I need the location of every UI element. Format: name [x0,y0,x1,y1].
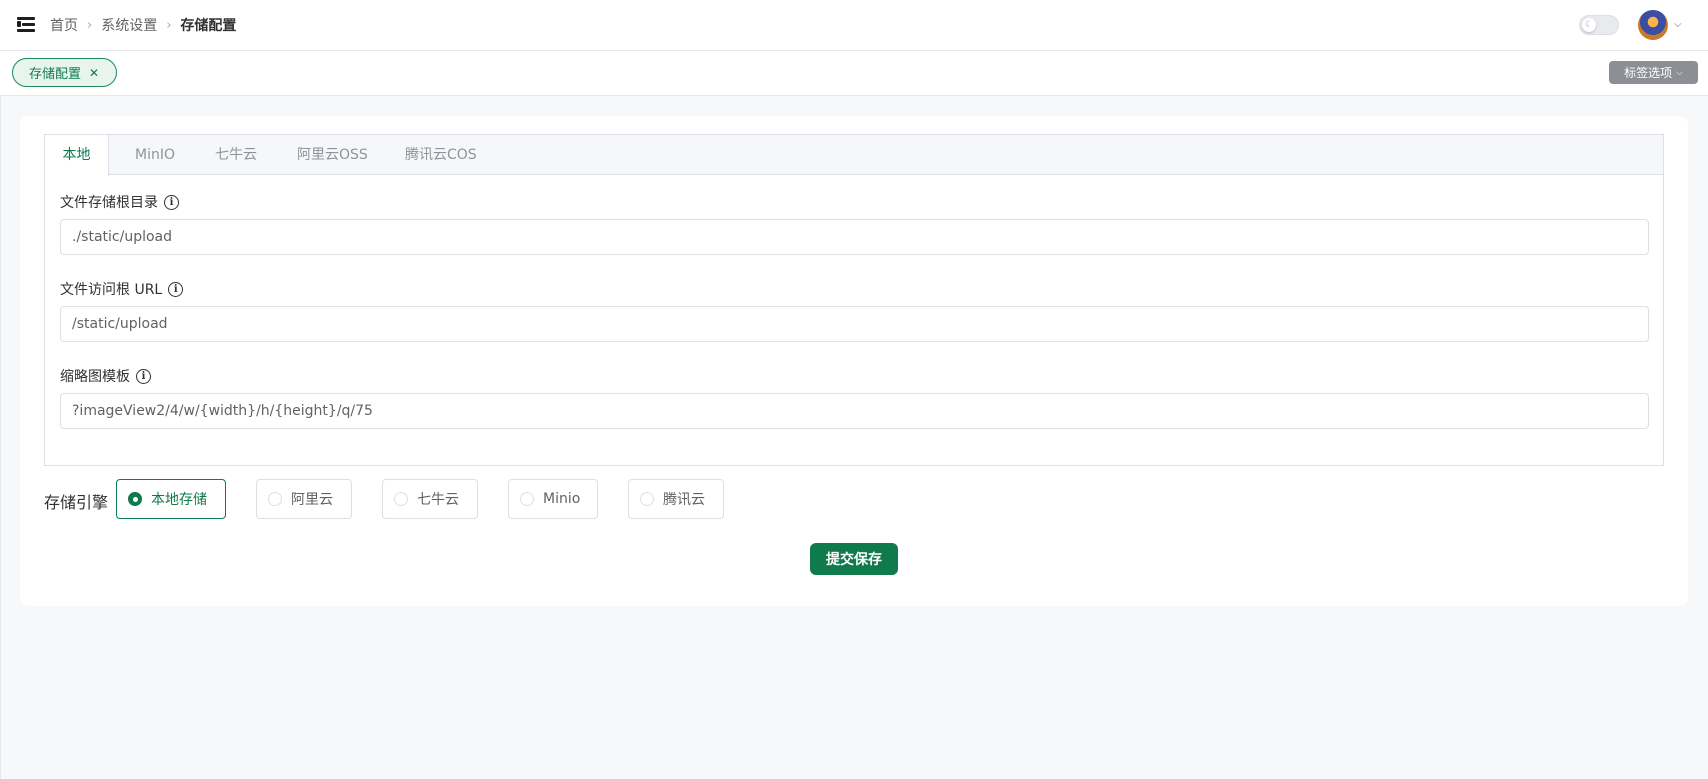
engine-radio-minio[interactable]: Minio [508,479,598,519]
root-dir-label: 文件存储根目录 [60,195,158,211]
radio-dot [394,492,408,506]
form-label-thumbnail-template: 缩略图模板 i [60,366,1649,386]
top-header: 首页 › 系统设置 › 存储配置 ☾ ⌵ [0,0,1708,51]
radio-dot [640,492,654,506]
tag-options-button[interactable]: 标签选项 ⌵ [1609,61,1698,84]
form-item-root-dir: 文件存储根目录 i ./static/upload [60,192,1649,255]
root-dir-input[interactable]: ./static/upload [60,219,1649,255]
info-circle-icon[interactable]: i [168,281,184,297]
engine-radio-aliyun[interactable]: 阿里云 [256,479,352,519]
sidebar-edge [0,0,1,779]
storage-config-card: 本地 MinIO 七牛云 阿里云OSS 腾讯云COS 文件存储根目录 i ./s… [20,116,1688,606]
form-label-access-url: 文件访问根 URL i [60,279,1649,299]
storage-engine-label: 存储引擎 [44,493,109,512]
tab-local[interactable]: 本地 [45,135,109,176]
form-item-access-url: 文件访问根 URL i /static/upload [60,279,1649,342]
theme-toggle[interactable]: ☾ [1579,15,1619,35]
storage-tabs: 本地 MinIO 七牛云 阿里云OSS 腾讯云COS 文件存储根目录 i ./s… [44,134,1664,466]
tags-bar: 存储配置 ✕ 标签选项 ⌵ [0,51,1708,96]
info-circle-icon[interactable]: i [164,194,179,210]
engine-radio-tencent[interactable]: 腾讯云 [628,479,724,519]
info-circle-icon[interactable]: i [136,368,151,384]
chevron-down-icon: ⌵ [1676,67,1683,78]
form-label-root-dir: 文件存储根目录 i [60,192,1649,212]
radio-dot [268,492,282,506]
thumbnail-template-input[interactable]: ?imageView2/4/w/{width}/h/{height}/q/75 [60,393,1649,429]
close-icon[interactable]: ✕ [89,66,99,80]
tabs-header: 本地 MinIO 七牛云 阿里云OSS 腾讯云COS [45,135,1663,176]
hamburger-icon[interactable] [17,17,35,32]
tab-minio[interactable]: MinIO [135,135,175,175]
breadcrumb-home[interactable]: 首页 [50,15,78,35]
breadcrumb-system-settings[interactable]: 系统设置 [101,15,157,35]
breadcrumb: 首页 › 系统设置 › 存储配置 [50,15,236,35]
access-url-input[interactable]: /static/upload [60,306,1649,342]
access-url-label: 文件访问根 URL [60,282,163,298]
avatar[interactable] [1638,10,1668,40]
engine-radio-local[interactable]: 本地存储 [116,479,226,519]
breadcrumb-current: 存储配置 [180,18,237,34]
engine-radio-label: 本地存储 [151,492,207,508]
tab-tencent-cos[interactable]: 腾讯云COS [405,135,477,175]
chevron-right-icon: › [87,17,93,33]
engine-radio-label: 七牛云 [417,492,459,508]
chevron-down-icon[interactable]: ⌵ [1674,19,1682,30]
tab-aliyun-oss[interactable]: 阿里云OSS [297,135,368,175]
tag-storage-config[interactable]: 存储配置 ✕ [12,58,117,87]
thumbnail-template-label: 缩略图模板 [60,369,130,385]
radio-dot [128,492,142,506]
tab-qiniu[interactable]: 七牛云 [215,135,257,175]
chevron-right-icon: › [166,17,172,33]
submit-save-button[interactable]: 提交保存 [810,543,898,575]
engine-radio-label: 阿里云 [291,492,333,508]
engine-radio-label: 腾讯云 [663,492,705,508]
tag-options-label: 标签选项 [1624,66,1673,80]
form-item-thumbnail-template: 缩略图模板 i ?imageView2/4/w/{width}/h/{heigh… [60,366,1649,429]
engine-radio-label: Minio [543,491,581,507]
radio-dot [520,492,534,506]
tag-label: 存储配置 [29,67,82,82]
engine-radio-qiniu[interactable]: 七牛云 [382,479,478,519]
moon-icon: ☾ [1582,18,1596,32]
